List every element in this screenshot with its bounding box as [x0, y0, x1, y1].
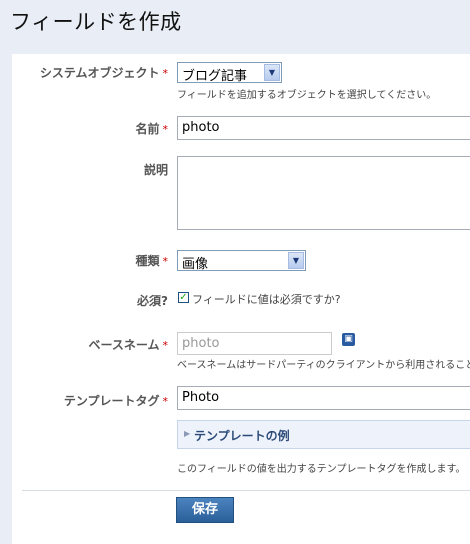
system-object-label: システムオブジェクト * [40, 64, 168, 81]
description-textarea[interactable] [177, 156, 470, 230]
template-tag-label-text: テンプレートタグ [63, 394, 160, 408]
type-value: 画像 [182, 257, 209, 272]
chevron-down-icon: ▼ [288, 252, 304, 269]
basename-hint: ベースネームはサードパーティのクライアントから利用されること [177, 360, 470, 371]
required-mark: * [162, 123, 169, 136]
check-icon: ✓ [179, 292, 188, 303]
required-checkbox[interactable]: ✓ [178, 292, 189, 303]
basename-label: ベースネーム * [88, 336, 168, 353]
template-example-label: テンプレートの例 [194, 429, 290, 443]
required-label: 必須? [137, 294, 168, 308]
required-mark: * [162, 67, 169, 80]
name-label-text: 名前 [135, 122, 160, 136]
required-mark: * [162, 395, 169, 408]
custom-field-form: システムオブジェクト * ブログ記事 ▼ フィールドを追加するオブジェクトを選択し… [12, 54, 470, 544]
required-mark: * [162, 339, 169, 352]
required-checkbox-label: フィールドに値は必須ですか? [192, 293, 341, 306]
system-object-label-text: システムオブジェクト [39, 66, 160, 80]
basename-label-text: ベースネーム [88, 338, 160, 352]
system-object-select[interactable]: ブログ記事 ▼ [177, 62, 282, 84]
system-object-value: ブログ記事 [182, 69, 248, 84]
lock-icon[interactable]: ▣ [342, 333, 355, 346]
page-title: フィールドを作成 [10, 10, 182, 34]
save-button[interactable]: 保存 [176, 497, 234, 523]
description-label: 説明 [143, 163, 168, 177]
template-tag-input[interactable]: Photo [177, 386, 470, 410]
name-input[interactable]: photo [177, 116, 470, 140]
template-example-toggle[interactable]: ▶ テンプレートの例 [177, 420, 470, 449]
template-tag-label: テンプレートタグ * [64, 392, 168, 409]
form-divider [22, 490, 470, 491]
name-label: 名前 * [135, 120, 168, 137]
basename-input[interactable]: photo [177, 332, 332, 355]
template-tag-hint: このフィールドの値を出力するテンプレートタグを作成します。 [177, 464, 466, 475]
triangle-right-icon: ▶ [184, 429, 191, 438]
type-label: 種類 * [135, 252, 168, 269]
required-mark: * [162, 255, 169, 268]
type-label-text: 種類 [135, 254, 160, 268]
type-select[interactable]: 画像 ▼ [177, 250, 306, 272]
chevron-down-icon: ▼ [264, 64, 280, 81]
system-object-hint: フィールドを追加するオブジェクトを選択してください。 [177, 90, 437, 101]
